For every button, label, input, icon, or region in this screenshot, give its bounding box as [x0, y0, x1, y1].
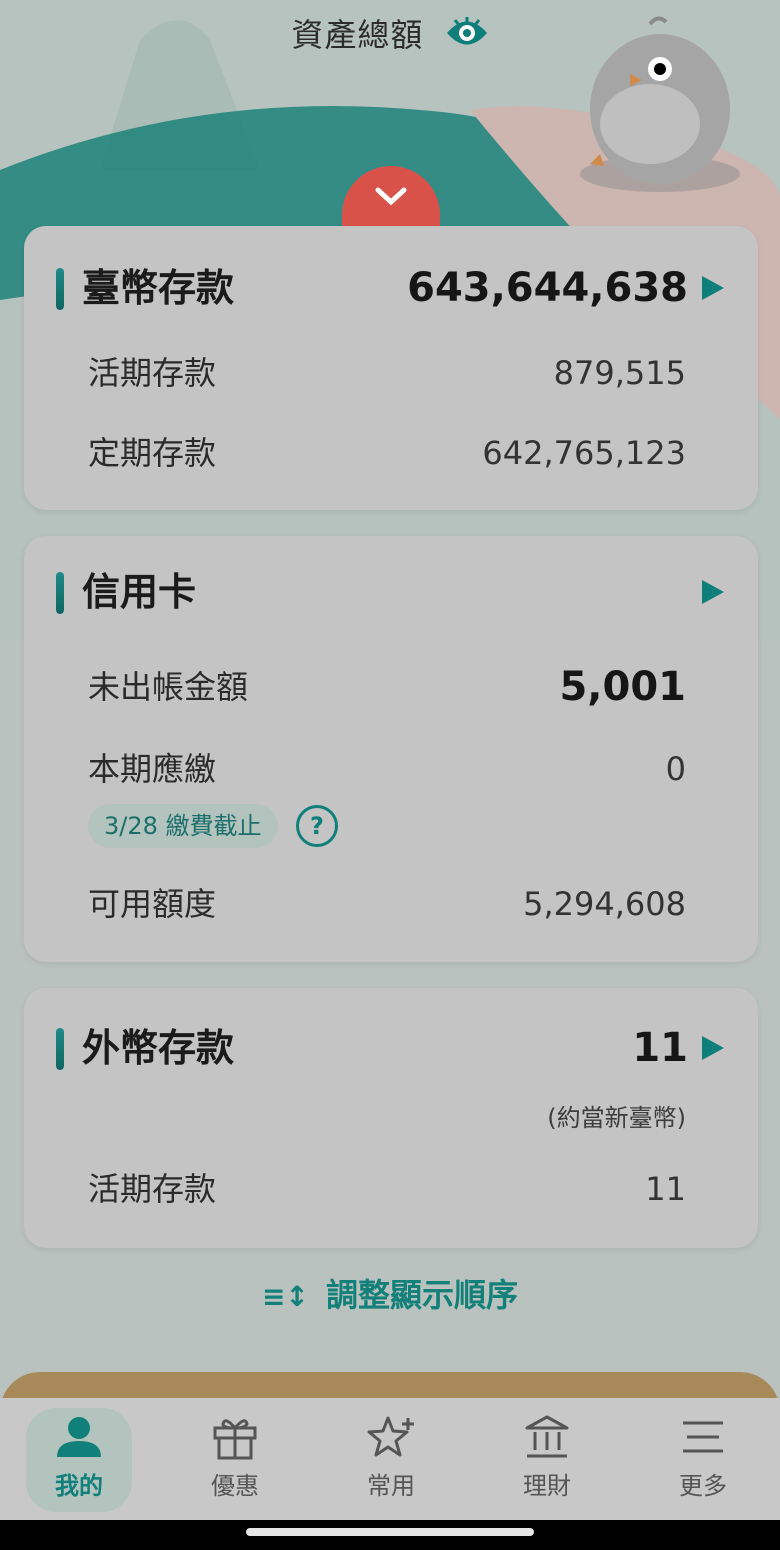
tab-favorites[interactable]: 常用 [338, 1408, 444, 1512]
row-value: 879,515 [553, 354, 686, 392]
available-credit-value: 5,294,608 [523, 885, 686, 923]
reorder-display-link[interactable]: ≡↕ 調整顯示順序 [0, 1270, 780, 1316]
tab-more[interactable]: 更多 [650, 1408, 756, 1512]
accent-bar [56, 572, 64, 614]
play-arrow-icon[interactable] [702, 276, 724, 300]
list-item: 本期應繳 0 [88, 744, 686, 794]
bottom-tab-bar: 我的 優惠 常用 理財 更多 [0, 1398, 780, 1520]
foreign-deposits-header[interactable]: 外幣存款 11 [56, 1018, 724, 1078]
reorder-label: 調整顯示順序 [326, 1276, 519, 1314]
unbilled-label: 未出帳金額 [88, 668, 249, 706]
unbilled-value: 5,001 [559, 664, 686, 710]
credit-card-title: 信用卡 [82, 570, 197, 614]
twd-deposits-total: 643,644,638 [407, 265, 688, 311]
twd-deposits-card[interactable]: 臺幣存款 643,644,638 活期存款 879,515 定期存款 642,7… [24, 226, 758, 510]
person-icon [26, 1408, 132, 1466]
row-value: 642,765,123 [482, 434, 686, 472]
play-arrow-icon[interactable] [702, 1036, 724, 1060]
tab-label: 更多 [679, 1472, 727, 1500]
foreign-deposits-total: 11 [632, 1025, 688, 1071]
accent-bar [56, 1028, 64, 1070]
tab-label: 優惠 [211, 1472, 259, 1500]
due-value: 0 [665, 750, 686, 788]
play-arrow-icon[interactable] [702, 580, 724, 604]
total-assets-header: 資產總額 [0, 10, 780, 58]
menu-icon [650, 1408, 756, 1466]
twd-equivalent-note: (約當新臺幣) [547, 1104, 686, 1132]
tab-wealth[interactable]: 理財 [494, 1408, 600, 1512]
twd-deposits-header[interactable]: 臺幣存款 643,644,638 [56, 258, 724, 318]
twd-deposits-title: 臺幣存款 [82, 266, 235, 310]
credit-card-header[interactable]: 信用卡 [56, 562, 724, 622]
available-credit-label: 可用額度 [88, 885, 217, 923]
credit-card-card[interactable]: 信用卡 未出帳金額 5,001 本期應繳 0 3/28 繳費截止 ? 可用額度 … [24, 536, 758, 962]
eye-icon[interactable] [445, 16, 489, 58]
row-label: 定期存款 [88, 434, 217, 472]
chevron-down-icon [375, 187, 407, 206]
payment-deadline-badge: 3/28 繳費截止 [88, 804, 278, 848]
total-assets-title: 資產總額 [291, 16, 424, 54]
tab-offers[interactable]: 優惠 [182, 1408, 288, 1512]
bank-icon [494, 1408, 600, 1466]
list-item: 定期存款 642,765,123 [88, 428, 686, 478]
due-label: 本期應繳 [88, 750, 217, 788]
tab-label: 常用 [367, 1472, 415, 1500]
tab-label: 我的 [55, 1472, 103, 1500]
list-item: 未出帳金額 5,001 [88, 662, 686, 712]
row-label: 活期存款 [88, 354, 217, 392]
row-value: 11 [645, 1170, 686, 1208]
foreign-deposits-card[interactable]: 外幣存款 11 (約當新臺幣) 活期存款 11 [24, 988, 758, 1248]
list-item: 可用額度 5,294,608 [88, 879, 686, 929]
tab-my[interactable]: 我的 [26, 1408, 132, 1512]
help-icon[interactable]: ? [296, 805, 338, 847]
accent-bar [56, 268, 64, 310]
gift-icon [182, 1408, 288, 1466]
list-item: 活期存款 11 [88, 1164, 686, 1214]
reorder-icon: ≡↕ [261, 1280, 309, 1313]
list-item: 活期存款 879,515 [88, 348, 686, 398]
home-indicator[interactable] [246, 1528, 534, 1536]
tab-label: 理財 [523, 1472, 571, 1500]
star-plus-icon [338, 1408, 444, 1466]
foreign-deposits-title: 外幣存款 [82, 1026, 235, 1070]
row-label: 活期存款 [88, 1170, 217, 1208]
